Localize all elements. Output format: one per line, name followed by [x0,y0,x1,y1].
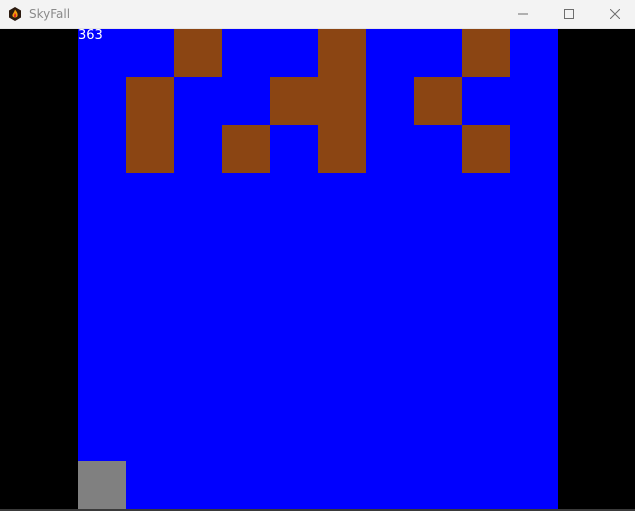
maximize-icon [564,9,574,19]
minimize-button[interactable] [500,0,546,28]
falling-block [222,125,270,173]
window-title: SkyFall [29,7,71,21]
falling-block [462,125,510,173]
falling-block [462,29,510,77]
falling-block [174,29,222,77]
falling-block [318,29,366,77]
falling-block [126,125,174,173]
falling-block [270,77,318,125]
skyfall-flame-icon [7,6,23,22]
game-window: SkyFall 363 [0,0,635,511]
game-canvas[interactable]: 363 [0,29,635,509]
minimize-icon [518,9,528,19]
maximize-button[interactable] [546,0,592,28]
playfield: 363 [78,29,558,509]
falling-block [318,77,366,125]
falling-block [126,77,174,125]
close-icon [610,9,620,19]
falling-block [414,77,462,125]
score-counter: 363 [78,29,103,43]
player-block [78,461,126,509]
title-bar[interactable]: SkyFall [0,0,635,29]
falling-block [318,125,366,173]
close-button[interactable] [592,0,635,28]
